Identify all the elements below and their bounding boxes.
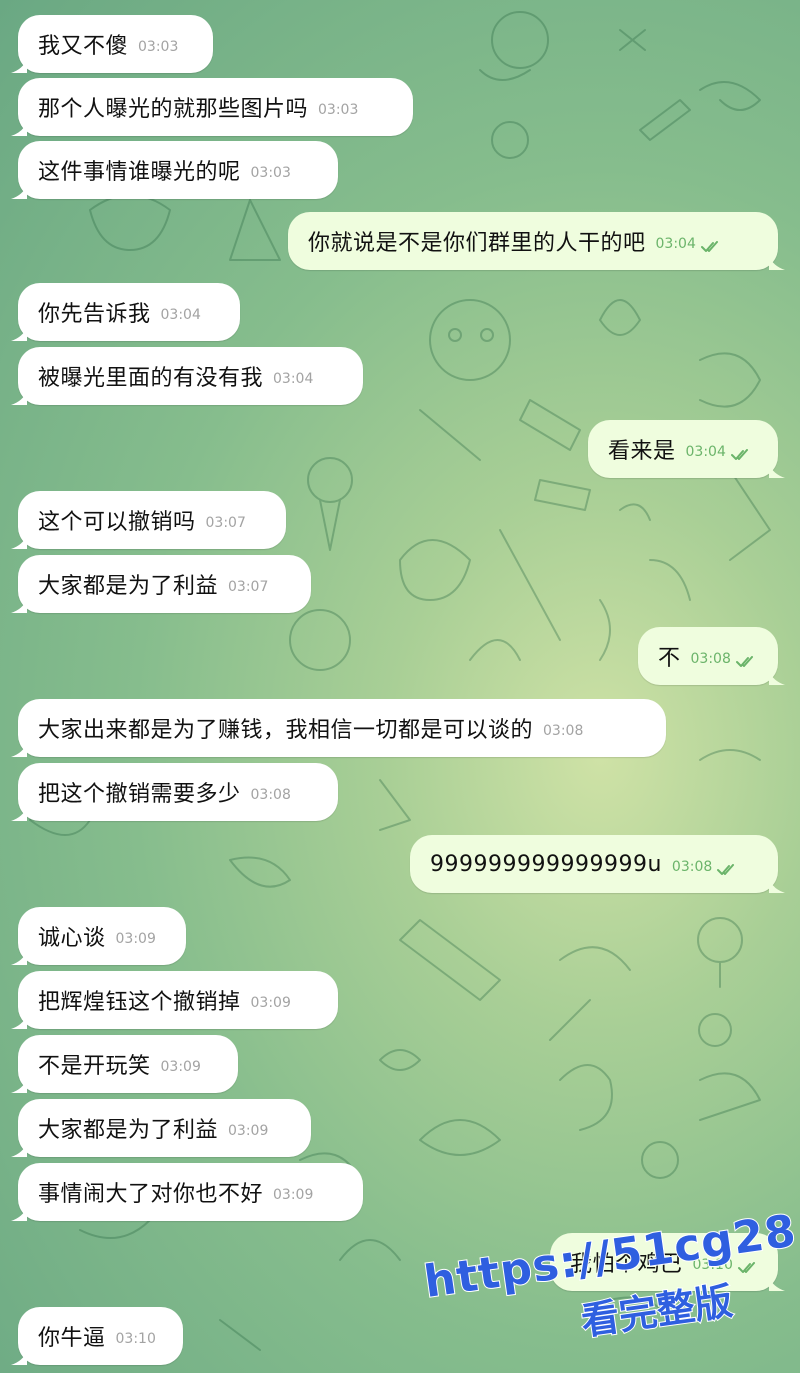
message-time: 03:04 xyxy=(685,444,726,460)
bubble-tail xyxy=(769,671,785,685)
bubble-tail xyxy=(11,327,27,341)
message-time: 03:10 xyxy=(115,1331,156,1347)
incoming-message-bubble[interactable]: 事情闹大了对你也不好 03:09 xyxy=(11,1163,363,1221)
incoming-message-bubble[interactable]: 不是开玩笑 03:09 xyxy=(11,1035,238,1093)
incoming-message-bubble[interactable]: 诚心谈 03:09 xyxy=(11,907,186,965)
message-text: 把这个撤销需要多少 xyxy=(38,782,241,807)
bubble-tail xyxy=(11,185,27,199)
bubble-tail xyxy=(11,1015,27,1029)
message-text: 你牛逼 xyxy=(38,1326,106,1351)
message-text: 被曝光里面的有没有我 xyxy=(38,366,264,391)
bubble-tail xyxy=(11,1207,27,1221)
bubble-tail xyxy=(11,807,27,821)
message-time: 03:07 xyxy=(228,579,269,595)
incoming-message-bubble[interactable]: 我又不傻 03:03 xyxy=(11,15,213,73)
message-text: 那个人曝光的就那些图片吗 xyxy=(38,97,309,122)
bubble-tail xyxy=(11,951,27,965)
outgoing-message-bubble[interactable]: 我怕个鸡巴 03:10 xyxy=(550,1233,785,1291)
message-text: 大家都是为了利益 xyxy=(38,1118,219,1143)
bubble-tail xyxy=(769,464,785,478)
bubble-tail xyxy=(11,535,27,549)
double-check-icon xyxy=(730,446,749,460)
message-text: 这个可以撤销吗 xyxy=(38,510,196,535)
message-time: 03:08 xyxy=(671,859,713,875)
message-time: 03:09 xyxy=(228,1123,269,1139)
incoming-message-bubble[interactable]: 这个可以撤销吗 03:07 xyxy=(11,491,286,549)
outgoing-message-bubble[interactable]: 你就说是不是你们群里的人干的吧 03:04 xyxy=(288,212,785,270)
bubble-tail xyxy=(11,1143,27,1157)
message-list[interactable]: 我又不傻 03:03 那个人曝光的就那些图片吗 03:03 这件事情谁曝光的呢 03:03… xyxy=(0,0,800,1373)
incoming-message-bubble[interactable]: 那个人曝光的就那些图片吗 03:03 xyxy=(11,78,413,136)
message-time: 03:03 xyxy=(318,102,359,118)
incoming-message-bubble[interactable]: 你牛逼 03:10 xyxy=(11,1307,183,1365)
message-text: 不 xyxy=(658,646,681,671)
incoming-message-bubble[interactable]: 你先告诉我 03:04 xyxy=(11,283,240,341)
bubble-tail xyxy=(11,122,27,136)
incoming-message-bubble[interactable]: 把这个撤销需要多少 03:08 xyxy=(11,763,338,821)
double-check-icon xyxy=(700,238,719,252)
bubble-tail xyxy=(11,59,27,73)
message-time: 03:04 xyxy=(273,371,314,387)
message-time: 03:09 xyxy=(250,995,291,1011)
outgoing-message-bubble[interactable]: 看来是 03:04 xyxy=(588,420,785,478)
message-time: 03:03 xyxy=(138,39,179,55)
message-text: 大家都是为了利益 xyxy=(38,574,219,599)
bubble-tail xyxy=(11,599,27,613)
message-text: 把辉煌钰这个撤销掉 xyxy=(38,990,241,1015)
bubble-tail xyxy=(11,1351,27,1365)
message-text: 999999999999999u xyxy=(430,851,662,877)
message-text: 看来是 xyxy=(608,439,676,464)
bubble-tail xyxy=(769,1277,785,1291)
message-time: 03:09 xyxy=(160,1059,201,1075)
message-text: 这件事情谁曝光的呢 xyxy=(38,160,241,185)
bubble-tail xyxy=(769,256,785,270)
message-time: 03:07 xyxy=(205,515,246,531)
incoming-message-bubble[interactable]: 大家都是为了利益 03:07 xyxy=(11,555,311,613)
message-time: 03:03 xyxy=(250,165,291,181)
message-text: 大家出来都是为了赚钱，我相信一切都是可以谈的 xyxy=(38,718,534,743)
message-text: 你先告诉我 xyxy=(38,302,151,327)
incoming-message-bubble[interactable]: 这件事情谁曝光的呢 03:03 xyxy=(11,141,338,199)
bubble-tail xyxy=(11,391,27,405)
message-text: 我又不傻 xyxy=(38,34,129,59)
message-time: 03:08 xyxy=(543,723,584,739)
message-text: 不是开玩笑 xyxy=(38,1054,151,1079)
incoming-message-bubble[interactable]: 把辉煌钰这个撤销掉 03:09 xyxy=(11,971,338,1029)
incoming-message-bubble[interactable]: 大家出来都是为了赚钱，我相信一切都是可以谈的 03:08 xyxy=(11,699,666,757)
incoming-message-bubble[interactable]: 被曝光里面的有没有我 03:04 xyxy=(11,347,363,405)
outgoing-message-bubble[interactable]: 不 03:08 xyxy=(638,627,785,685)
message-time: 03:08 xyxy=(250,787,291,803)
double-check-icon xyxy=(735,653,754,667)
double-check-icon xyxy=(737,1259,756,1273)
outgoing-message-bubble[interactable]: 999999999999999u 03:08 xyxy=(410,835,785,893)
message-time: 03:09 xyxy=(273,1187,314,1203)
incoming-message-bubble[interactable]: 大家都是为了利益 03:09 xyxy=(11,1099,311,1157)
bubble-tail xyxy=(11,743,27,757)
message-text: 事情闹大了对你也不好 xyxy=(38,1182,264,1207)
message-time: 03:04 xyxy=(655,236,696,252)
message-text: 你就说是不是你们群里的人干的吧 xyxy=(308,231,646,256)
bubble-tail xyxy=(769,879,785,893)
message-time: 03:10 xyxy=(692,1257,733,1273)
double-check-icon xyxy=(717,861,735,875)
message-time: 03:04 xyxy=(160,307,201,323)
message-time: 03:08 xyxy=(690,651,731,667)
message-text: 我怕个鸡巴 xyxy=(570,1252,683,1277)
message-time: 03:09 xyxy=(115,931,156,947)
message-text: 诚心谈 xyxy=(38,926,106,951)
bubble-tail xyxy=(11,1079,27,1093)
